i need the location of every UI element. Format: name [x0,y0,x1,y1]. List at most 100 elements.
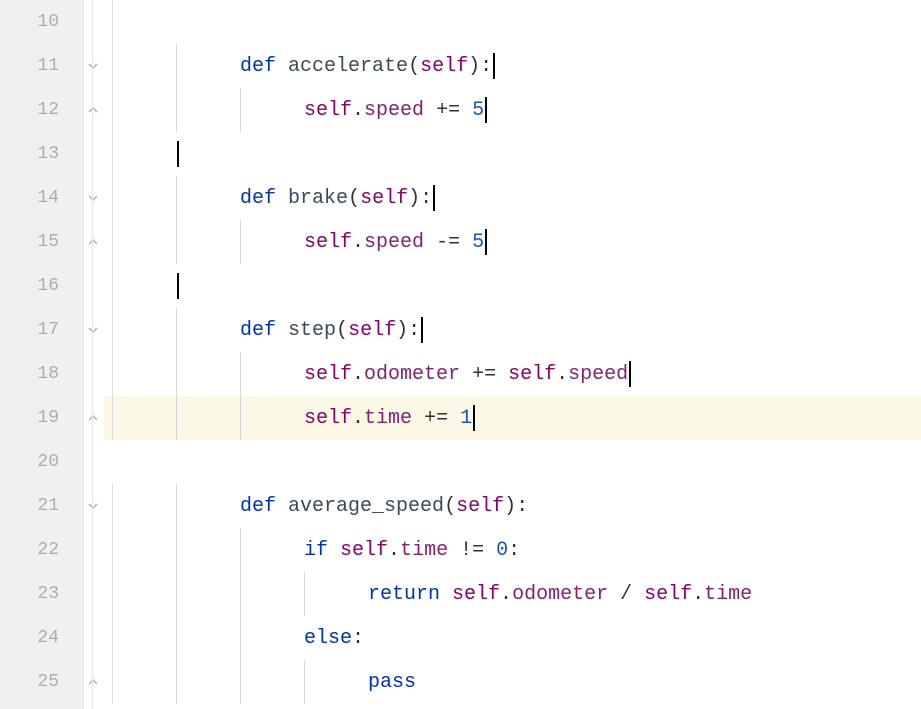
code-line[interactable]: def accelerate(self): [104,44,921,88]
code-token: average_speed [288,495,444,518]
code-area[interactable]: def accelerate(self):self.speed += 5def … [104,0,921,709]
text-cursor [433,185,435,211]
code-line[interactable]: def step(self): [104,308,921,352]
code-token [440,583,452,606]
code-token: ) [504,495,516,518]
code-token [424,231,436,254]
code-token: self [360,187,408,210]
fold-close-icon[interactable] [86,411,100,425]
text-cursor [421,317,423,343]
line-number: 20 [0,440,83,484]
code-token: ( [444,495,456,518]
code-line[interactable] [104,132,921,176]
code-token [496,363,508,386]
code-token: : [408,319,420,342]
code-token: odometer [512,583,608,606]
code-token: self [304,231,352,254]
code-token [328,539,340,562]
line-number: 21 [0,484,83,528]
code-token: . [352,99,364,122]
code-line[interactable]: else: [104,616,921,660]
fold-open-icon[interactable] [86,499,100,513]
code-token [632,583,644,606]
code-token [276,319,288,342]
code-token: 0 [496,539,508,562]
code-token [608,583,620,606]
line-number: 13 [0,132,83,176]
code-token: ( [336,319,348,342]
line-number: 18 [0,352,83,396]
code-line[interactable]: def brake(self): [104,176,921,220]
code-token [448,539,460,562]
code-token: : [516,495,528,518]
code-line[interactable] [104,0,921,44]
code-token [276,187,288,210]
code-line[interactable]: return self.odometer / self.time [104,572,921,616]
code-line[interactable]: pass [104,660,921,704]
line-number: 12 [0,88,83,132]
text-cursor [629,361,631,387]
code-token: self [340,539,388,562]
line-number-gutter: 10111213141516171819202122232425 [0,0,84,709]
code-token: ( [348,187,360,210]
code-token: self [304,407,352,430]
line-number: 22 [0,528,83,572]
line-number: 19 [0,396,83,440]
code-token: -= [436,231,460,254]
code-token [460,99,472,122]
code-line[interactable]: self.odometer += self.speed [104,352,921,396]
code-line[interactable]: self.time += 1 [104,396,921,440]
code-token: 5 [472,231,484,254]
code-token: time [704,583,752,606]
code-token: self [304,363,352,386]
code-line[interactable]: self.speed -= 5 [104,220,921,264]
code-line[interactable]: def average_speed(self): [104,484,921,528]
code-token: odometer [364,363,460,386]
code-token: self [644,583,692,606]
code-token: self [452,583,500,606]
text-cursor [473,405,475,431]
code-token: step [288,319,336,342]
code-token: != [460,539,484,562]
fold-open-icon[interactable] [86,323,100,337]
code-token: self [508,363,556,386]
code-token: 5 [472,99,484,122]
code-line[interactable] [104,440,921,484]
code-token: return [368,583,440,606]
line-number: 24 [0,616,83,660]
code-token: self [304,99,352,122]
code-token: / [620,583,632,606]
fold-column [84,0,104,709]
text-cursor [485,229,487,255]
code-editor[interactable]: 10111213141516171819202122232425 def acc… [0,0,921,709]
fold-close-icon[interactable] [86,675,100,689]
code-token: . [500,583,512,606]
code-token: ( [408,55,420,78]
code-token: . [692,583,704,606]
code-token: pass [368,671,416,694]
code-token: . [388,539,400,562]
code-line[interactable] [104,264,921,308]
code-token: : [420,187,432,210]
fold-close-icon[interactable] [86,235,100,249]
text-cursor [485,97,487,123]
code-token: def [240,319,276,342]
code-token [276,55,288,78]
code-token: time [400,539,448,562]
fold-close-icon[interactable] [86,103,100,117]
line-number: 25 [0,660,83,704]
code-line[interactable]: if self.time != 0: [104,528,921,572]
code-token: += [436,99,460,122]
code-token [460,231,472,254]
code-token: 1 [460,407,472,430]
line-number: 10 [0,0,83,44]
code-token: . [556,363,568,386]
code-line[interactable]: self.speed += 5 [104,88,921,132]
code-token: speed [364,99,424,122]
fold-open-icon[interactable] [86,59,100,73]
code-token: . [352,231,364,254]
code-token: self [456,495,504,518]
code-token: += [472,363,496,386]
fold-open-icon[interactable] [86,191,100,205]
code-token: def [240,55,276,78]
